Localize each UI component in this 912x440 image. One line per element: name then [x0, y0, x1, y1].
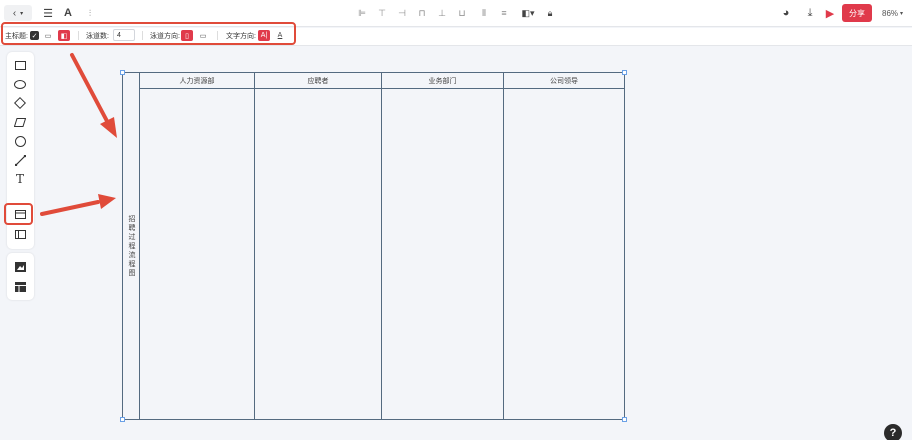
arrow-to-properties: [70, 53, 117, 138]
arrow-to-swimlane-tool: [40, 194, 116, 216]
help-button[interactable]: ?: [884, 424, 902, 440]
annotation-arrows: [40, 53, 117, 216]
